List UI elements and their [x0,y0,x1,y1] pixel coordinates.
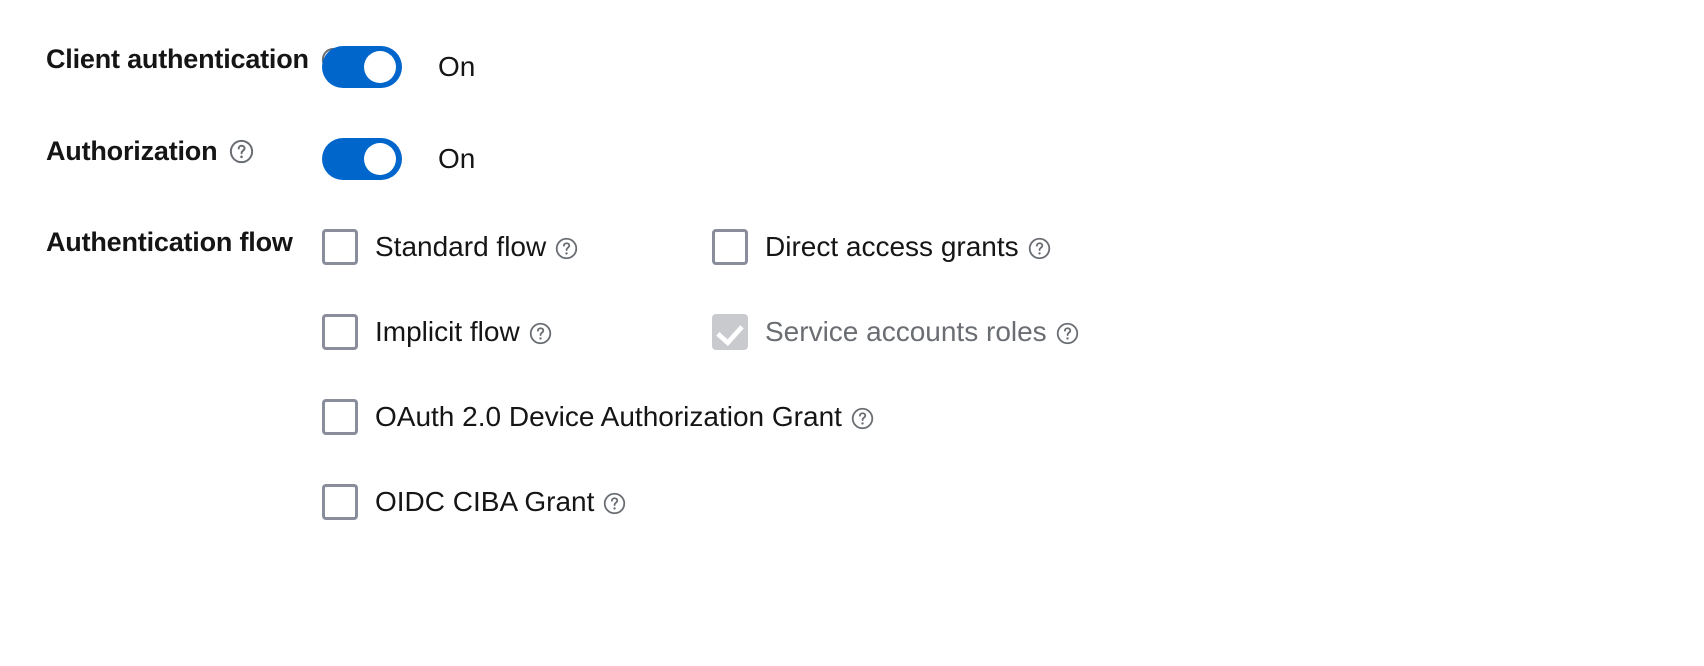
label-authorization-text: Authorization [46,136,218,166]
checkbox-input-implicit-flow[interactable] [322,314,358,350]
checkbox-oauth-device-authorization-grant[interactable]: OAuth 2.0 Device Authorization Grant [322,399,874,435]
control-client-authentication: On [322,46,1704,88]
label-client-authentication-text: Client authentication [46,44,309,74]
checkbox-input-service-accounts-roles [712,314,748,350]
checkbox-input-direct-access-grants[interactable] [712,229,748,265]
help-circle-icon[interactable] [603,492,626,515]
help-circle-icon[interactable] [851,407,874,430]
checkbox-label-implicit-flow[interactable]: Implicit flow [375,318,520,346]
control-authorization: On [322,138,1704,180]
authentication-flow-checkbox-group: Standard flow Direct access grants Impli… [322,229,1704,520]
checkbox-line-2: Implicit flow Service accounts roles [322,314,1704,350]
checkbox-input-oidc-ciba-grant[interactable] [322,484,358,520]
checkbox-label-standard-flow[interactable]: Standard flow [375,233,546,261]
form-row-authentication-flow: Authentication flow Standard flow Direct… [0,229,1704,520]
checkbox-label-oauth-device-authorization-grant[interactable]: OAuth 2.0 Device Authorization Grant [375,403,842,431]
toggle-state-label-client-authentication: On [438,51,476,82]
toggle-authorization[interactable] [322,138,402,180]
checkbox-line-3: OAuth 2.0 Device Authorization Grant [322,399,1704,435]
help-circle-icon[interactable] [1056,322,1079,345]
help-circle-icon[interactable] [529,322,552,345]
checkbox-label-direct-access-grants[interactable]: Direct access grants [765,233,1019,261]
switch-wrap-client-authentication: On [322,46,1704,88]
toggle-client-authentication[interactable] [322,46,402,88]
checkbox-input-standard-flow[interactable] [322,229,358,265]
toggle-state-label-authorization: On [438,143,476,174]
form-row-client-authentication: Client authentication On [0,46,1704,88]
label-authentication-flow: Authentication flow [0,229,322,256]
checkbox-standard-flow[interactable]: Standard flow [322,229,712,265]
checkbox-label-service-accounts-roles: Service accounts roles [765,316,1047,347]
checkbox-oidc-ciba-grant[interactable]: OIDC CIBA Grant [322,484,626,520]
label-client-authentication: Client authentication [0,44,345,74]
checkbox-label-oidc-ciba-grant[interactable]: OIDC CIBA Grant [375,488,594,516]
form-row-authorization: Authorization On [0,138,1704,180]
help-circle-icon[interactable] [555,237,578,260]
switch-wrap-authorization: On [322,138,1704,180]
help-circle-icon[interactable] [1028,237,1051,260]
toggle-knob [364,51,396,83]
checkbox-service-accounts-roles: Service accounts roles [712,314,1102,350]
checkbox-implicit-flow[interactable]: Implicit flow [322,314,712,350]
checkbox-line-1: Standard flow Direct access grants [322,229,1704,265]
checkbox-direct-access-grants[interactable]: Direct access grants [712,229,1102,265]
toggle-knob [364,143,396,175]
label-authorization: Authorization [0,138,322,165]
label-authentication-flow-text: Authentication flow [46,227,293,257]
checkbox-input-oauth-device-authorization-grant[interactable] [322,399,358,435]
checkbox-line-4: OIDC CIBA Grant [322,484,1704,520]
help-circle-icon[interactable] [229,139,254,164]
